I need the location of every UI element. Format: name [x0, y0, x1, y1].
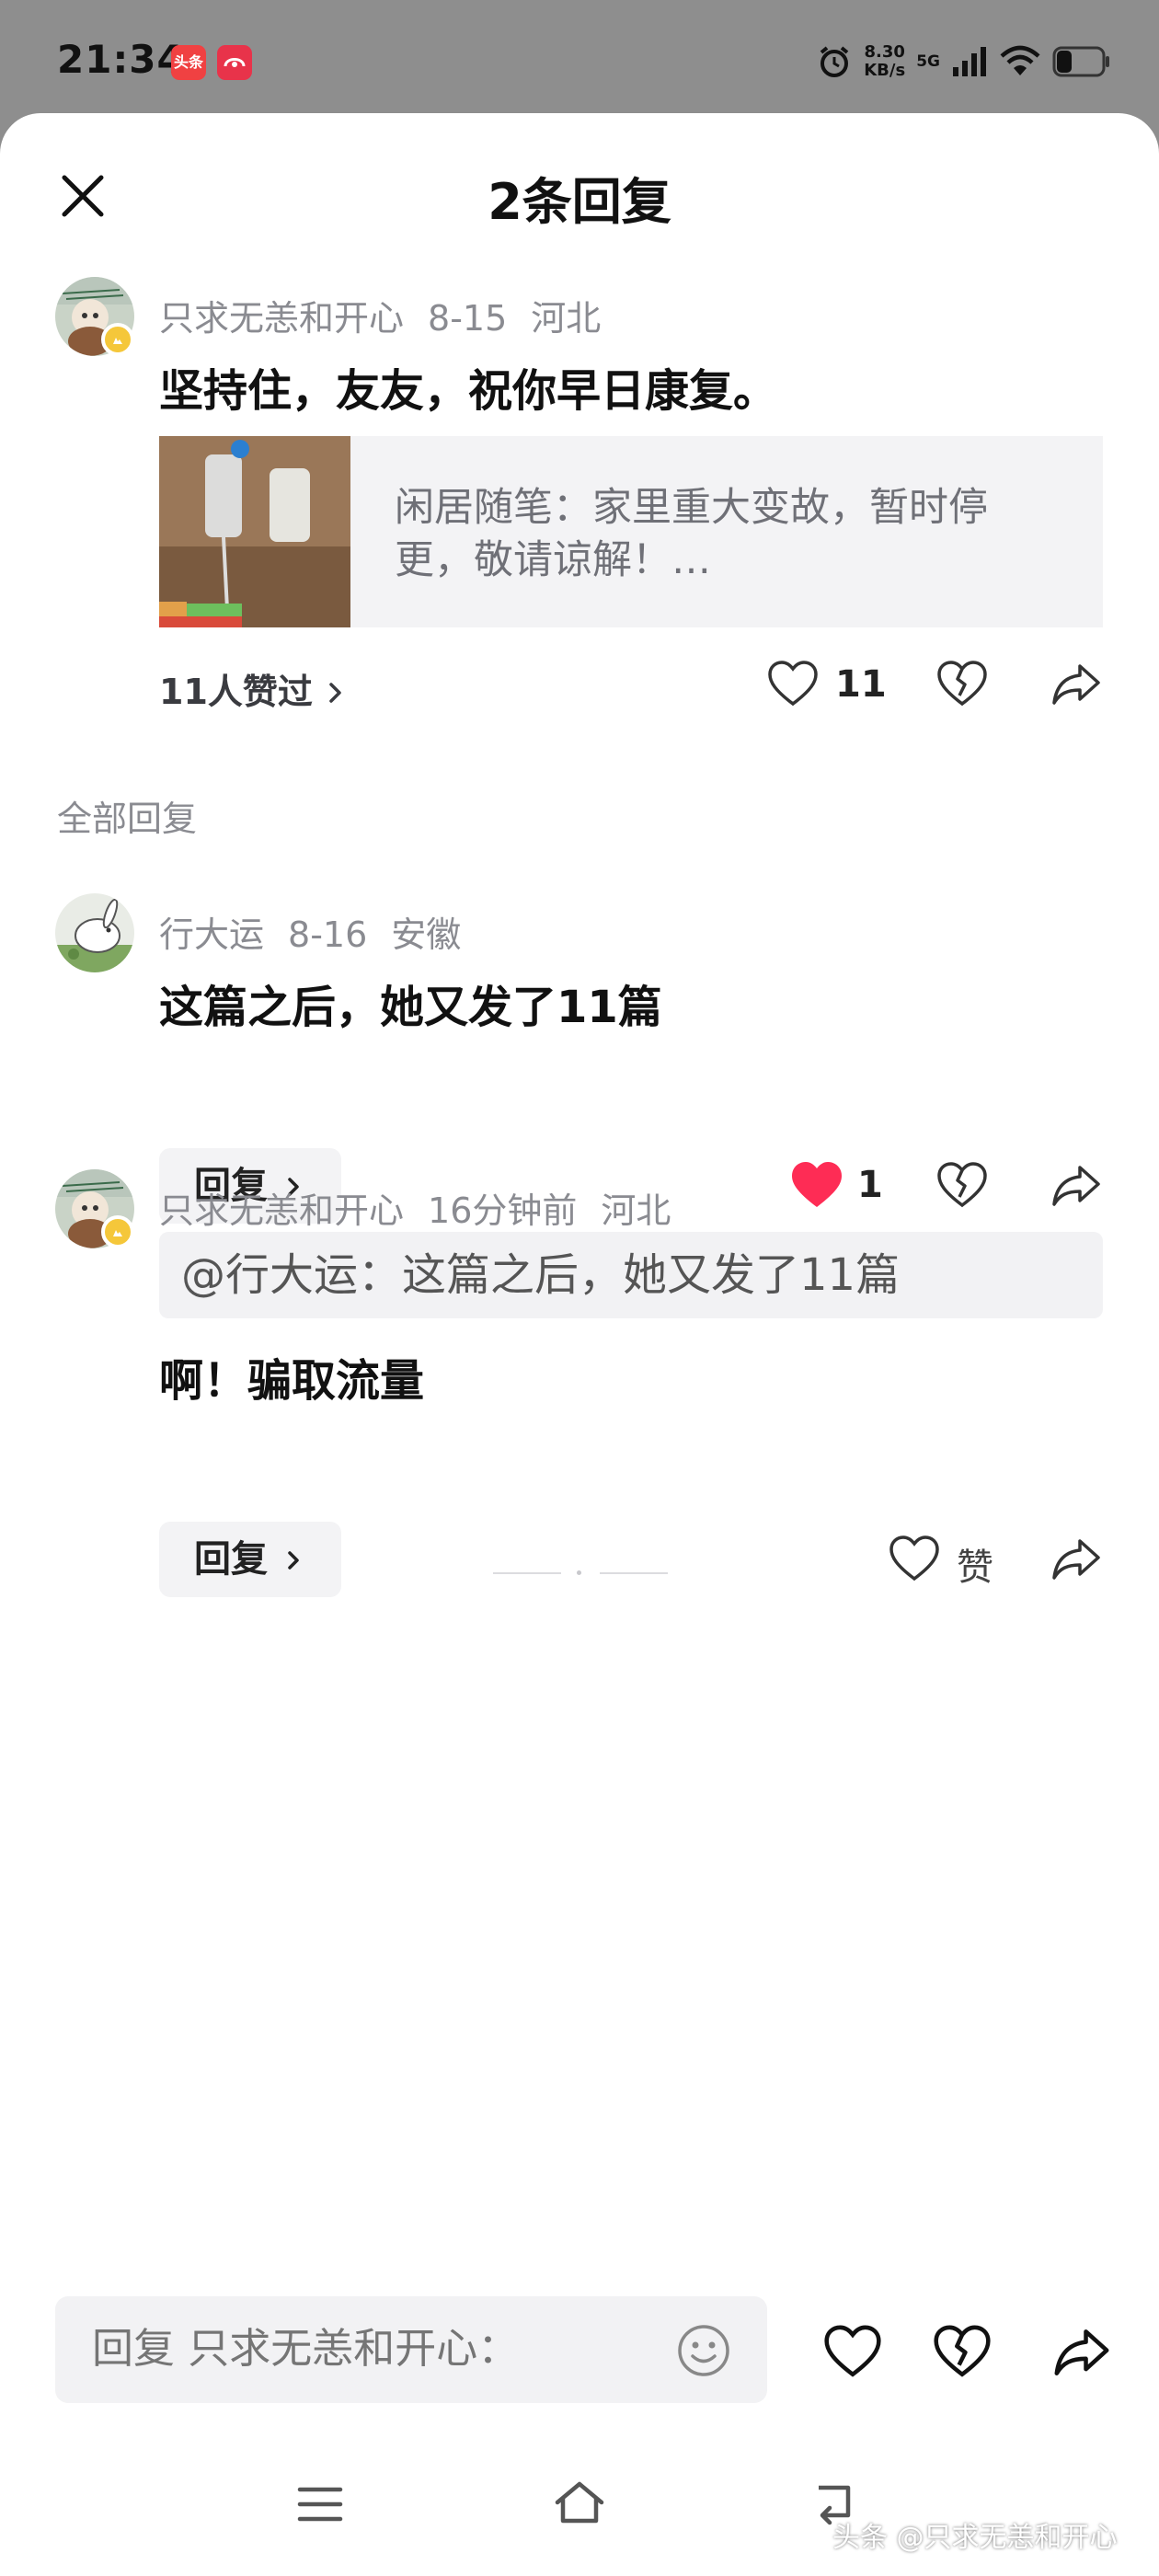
share-icon[interactable] — [1049, 1532, 1104, 1587]
like-heart-icon[interactable] — [821, 2321, 884, 2384]
avatar[interactable] — [55, 893, 134, 972]
reply-button[interactable]: 回复 — [159, 1522, 341, 1597]
quoted-reply[interactable]: @行大运：这篇之后，她又发了11篇 — [159, 1232, 1103, 1318]
share-icon[interactable] — [1049, 657, 1104, 712]
list-end-dot — [577, 1570, 581, 1575]
battery-icon — [1052, 46, 1109, 77]
reply-date: 16分钟前 — [428, 1190, 578, 1231]
emoji-icon[interactable] — [675, 2322, 732, 2379]
comment-text: 坚持住，友友，祝你早日康复。 — [159, 365, 778, 417]
network-speed-unit: KB/s — [864, 61, 906, 80]
network-type: 5G — [916, 52, 940, 71]
dislike-broken-heart-icon[interactable] — [935, 657, 990, 712]
comment-location: 河北 — [531, 298, 602, 339]
verified-badge-icon — [101, 323, 134, 356]
like-count: 11 — [835, 663, 887, 706]
share-icon[interactable] — [1049, 1158, 1104, 1213]
status-right-group: 8.30 KB/s 5G — [816, 39, 1111, 85]
reply-meta: 只求无恙和开心 16分钟前 河北 — [159, 1182, 694, 1233]
dislike-broken-heart-icon[interactable] — [935, 1158, 990, 1213]
wifi-icon — [1000, 45, 1040, 75]
notification-app-icon — [217, 45, 252, 80]
article-card[interactable]: 闲居随笔：家里重大变故，暂时停更，敬请谅解！… — [159, 436, 1103, 627]
reply-text: 这篇之后，她又发了11篇 — [159, 982, 662, 1033]
signal-icon — [953, 47, 986, 76]
author-name[interactable]: 只求无恙和开心 — [159, 298, 404, 339]
like-heart-icon[interactable] — [887, 1532, 942, 1587]
menu-icon[interactable] — [296, 2484, 344, 2524]
share-icon[interactable] — [1050, 2321, 1113, 2384]
home-icon[interactable] — [552, 2478, 607, 2526]
author-name[interactable]: 行大运 — [159, 914, 264, 955]
status-bar: 21:34 头条 8.30 KB/s 5G — [0, 0, 1159, 115]
reply-text: 啊！骗取流量 — [159, 1355, 425, 1407]
page-title: 2条回复 — [488, 173, 671, 231]
reply-input-bar[interactable] — [55, 2296, 767, 2403]
status-time: 21:34 — [57, 37, 185, 82]
article-title: 闲居随笔：家里重大变故，暂时停更，敬请谅解！… — [395, 485, 988, 583]
comment-date: 8-15 — [428, 298, 508, 339]
reply-button-label: 回复 — [194, 1538, 268, 1581]
replies-sheet: 2条回复 只求无恙和开心 8-15 河北 坚持住，友友，祝你早日康复。 闲居随笔… — [0, 113, 1159, 2576]
likers-link[interactable]: 11人赞过 — [159, 663, 347, 714]
like-heart-icon[interactable] — [765, 657, 820, 712]
reply-location: 安徽 — [391, 914, 462, 955]
list-end-divider — [600, 1572, 668, 1574]
reply-location: 河北 — [601, 1190, 671, 1231]
like-label[interactable]: 赞 — [957, 1537, 993, 1591]
section-label: 全部回复 — [57, 799, 198, 839]
like-count: 1 — [857, 1164, 883, 1206]
alarm-icon — [820, 46, 849, 77]
comment-meta: 只求无恙和开心 8-15 河北 — [159, 290, 625, 340]
chevron-right-icon — [329, 683, 341, 703]
author-name[interactable]: 只求无恙和开心 — [159, 1190, 404, 1231]
toutiao-app-icon: 头条 — [171, 45, 206, 80]
likers-label: 11人赞过 — [159, 672, 313, 712]
reply-date: 8-16 — [288, 914, 368, 955]
watermark: 头条 @只求无恙和开心 — [832, 2522, 1118, 2554]
verified-badge-icon — [101, 1215, 134, 1248]
network-speed-value: 8.30 — [864, 42, 905, 62]
article-thumbnail — [159, 436, 350, 627]
reply-input[interactable] — [92, 2324, 662, 2373]
liked-heart-icon[interactable] — [789, 1158, 844, 1213]
dislike-broken-heart-icon[interactable] — [931, 2321, 993, 2384]
chevron-right-icon — [288, 1551, 299, 1570]
network-speed: 8.30 KB/s — [864, 43, 905, 80]
reply-meta: 行大运 8-16 安徽 — [159, 906, 485, 957]
list-end-divider — [493, 1572, 561, 1574]
